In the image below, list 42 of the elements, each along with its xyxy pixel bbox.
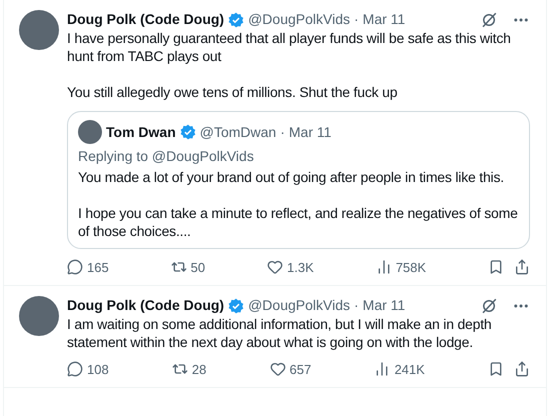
author-handle[interactable]: @TomDwan [200,122,276,142]
like-button[interactable]: 1.3K [267,259,314,275]
post-date[interactable]: Mar 11 [288,122,332,142]
repost-button[interactable]: 28 [172,361,206,377]
post-date[interactable]: Mar 11 [362,296,406,315]
speech-bubble-icon [67,361,83,377]
post-text: I hope you can take a minute to reflect, and realize the negatives of some of those choices.... [78,204,519,240]
views-button[interactable]: 241K [374,361,425,377]
slashed-circle-icon[interactable] [480,296,498,314]
avatar[interactable] [19,10,59,50]
share-icon[interactable] [514,259,530,275]
reply-button[interactable]: 108 [67,361,109,377]
heart-icon [270,361,286,377]
avatar[interactable] [19,296,59,336]
bar-chart-icon [376,259,392,275]
post-text: You still allegedly owe tens of millions. Shut the fuck up [67,83,398,101]
quoted-post-card[interactable] [67,111,530,249]
replying-to-text: Replying to @DougPolkVids [78,147,255,165]
author-name[interactable]: Tom Dwan [106,122,176,142]
heart-icon [267,259,284,275]
separator-dot: · [280,122,285,142]
like-button[interactable]: 657 [270,361,312,377]
avatar[interactable] [78,120,102,144]
bookmark-icon[interactable] [488,259,504,275]
share-icon[interactable] [514,361,530,377]
bar-chart-icon [374,361,390,377]
author-name[interactable]: Doug Polk (Code Doug) [67,296,224,315]
separator-dot: · [354,10,359,29]
separator-dot: · [354,296,359,315]
repost-button[interactable]: 50 [170,259,206,275]
views-button[interactable]: 758K [376,259,426,275]
author-name[interactable]: Doug Polk (Code Doug) [67,10,224,29]
slashed-circle-icon[interactable] [480,10,498,28]
bookmark-icon[interactable] [488,361,504,377]
author-handle[interactable]: @DougPolkVids [248,296,350,315]
post-text: I am waiting on some additional information, but I will make an in depth statement within the next day about what is going on with the lodge. [67,315,493,351]
reply-button[interactable]: 165 [67,259,109,275]
post-text: You made a lot of your brand out of going after people in times like this. [78,168,505,186]
speech-bubble-icon [67,259,83,275]
post-text: I have personally guaranteed that all player funds will be safe as this witch hunt from TABC plays out [67,29,512,65]
post-date[interactable]: Mar 11 [362,10,406,29]
author-handle[interactable]: @DougPolkVids [248,10,350,29]
